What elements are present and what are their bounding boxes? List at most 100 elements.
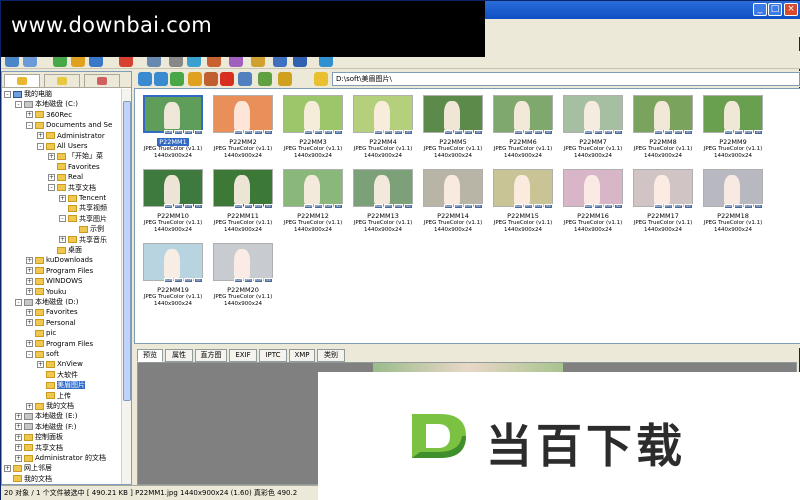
thumbnail-item[interactable]: RAW IPTC EXIF ICC P22MM6 JPEG TrueColor (v1.1… (491, 93, 555, 163)
expand-icon[interactable]: + (26, 267, 33, 275)
thumbnail-item[interactable]: RAW IPTC EXIF ICC P22MM10 JPEG TrueColor (v1.… (141, 167, 205, 237)
thumbnail-item[interactable]: RAW IPTC EXIF ICC P22MM4 JPEG TrueColor (v1.1… (351, 93, 415, 163)
tree-item[interactable]: + Administrator 的文档 (15, 453, 106, 463)
tab-folders[interactable] (4, 74, 40, 87)
preview-tab[interactable]: 直方图 (195, 349, 227, 362)
expand-icon[interactable]: + (15, 423, 22, 431)
expand-icon[interactable]: + (26, 277, 33, 285)
move-icon[interactable] (204, 72, 218, 86)
address-field[interactable]: D:\soft\美眉图片\ (332, 72, 800, 86)
favorites-star-icon[interactable] (314, 72, 328, 86)
back-icon[interactable] (138, 72, 152, 86)
tree-item[interactable]: + 控制面板 (15, 432, 63, 442)
expand-icon[interactable]: + (4, 464, 11, 472)
thumbnail-image[interactable] (703, 95, 763, 133)
tree-item[interactable]: + 「开始」菜 (48, 151, 103, 161)
filter-icon[interactable] (278, 72, 292, 86)
collapse-icon[interactable]: - (37, 142, 44, 150)
tree-item[interactable]: + 共享音乐 (59, 235, 107, 245)
tree-item[interactable]: + 共享文档 (15, 443, 63, 453)
expand-icon[interactable]: + (15, 454, 22, 462)
tree-item[interactable]: 桌面 (48, 245, 82, 255)
close-button[interactable]: × (784, 3, 798, 16)
thumbnail-image[interactable] (563, 95, 623, 133)
thumbnail-image[interactable] (143, 95, 203, 133)
thumbnail-image[interactable] (633, 95, 693, 133)
stop-icon[interactable] (220, 72, 234, 86)
tree-item[interactable]: - Documents and Se (26, 120, 112, 130)
collapse-icon[interactable]: - (4, 90, 11, 98)
tree-item[interactable]: + kuDownloads (26, 255, 93, 265)
tree-item[interactable]: + Tencent (59, 193, 106, 203)
collapse-icon[interactable]: - (26, 350, 33, 358)
tree-item[interactable]: - 我的电脑 (4, 89, 52, 99)
preview-tab[interactable]: XMP (289, 349, 315, 362)
tree-item[interactable]: + XnView (37, 359, 83, 369)
thumbnail-item[interactable]: RAW IPTC EXIF ICC P22MM17 JPEG TrueColor (v1.… (631, 167, 695, 237)
thumbnail-image[interactable] (423, 169, 483, 207)
preview-tab[interactable]: 属性 (165, 349, 193, 362)
tree-item[interactable]: 美眉图片 (37, 380, 85, 390)
thumbnail-image[interactable] (143, 243, 203, 281)
tree-item[interactable]: + 本地磁盘 (E:) (15, 411, 77, 421)
thumbnail-item[interactable]: RAW IPTC EXIF ICC P22MM5 JPEG TrueColor (v1.1… (421, 93, 485, 163)
preview-tab[interactable]: 预览 (137, 349, 163, 362)
thumbnail-image[interactable] (213, 243, 273, 281)
tree-item[interactable]: + Program Files (26, 266, 93, 276)
sort-icon[interactable] (258, 72, 272, 86)
expand-icon[interactable]: + (48, 173, 55, 181)
tree-item[interactable]: 共享视频 (59, 203, 107, 213)
tree-item[interactable]: + 我的文档 (26, 401, 74, 411)
expand-icon[interactable]: + (15, 433, 22, 441)
thumbnail-item[interactable]: RAW IPTC EXIF ICC P22MM19 JPEG TrueColor (v1.… (141, 241, 205, 311)
expand-icon[interactable]: + (37, 132, 44, 140)
tree-item[interactable]: - 共享图片 (59, 214, 107, 224)
scrollbar-thumb[interactable] (123, 101, 131, 401)
thumbnail-image[interactable] (283, 169, 343, 207)
collapse-icon[interactable]: - (15, 298, 22, 306)
thumbnail-item[interactable]: RAW IPTC EXIF ICC P22MM16 JPEG TrueColor (v1.… (561, 167, 625, 237)
tree-item[interactable]: + Personal (26, 318, 76, 328)
preview-tab[interactable]: IPTC (259, 349, 287, 362)
expand-icon[interactable]: + (26, 308, 33, 316)
tree-item[interactable]: 示例 (70, 224, 104, 234)
tree-item[interactable]: 大软件 (37, 370, 78, 380)
tab-categories[interactable] (84, 74, 120, 87)
tree-scrollbar[interactable] (121, 89, 131, 484)
view-mode-icon[interactable] (238, 72, 252, 86)
maximize-button[interactable]: □ (768, 3, 782, 16)
expand-icon[interactable]: + (26, 256, 33, 264)
expand-icon[interactable]: + (37, 360, 44, 368)
tree-item[interactable]: - soft (26, 349, 59, 359)
thumbnail-image[interactable] (563, 169, 623, 207)
collapse-icon[interactable]: - (48, 184, 55, 192)
expand-icon[interactable]: + (48, 152, 55, 160)
thumbnail-image[interactable] (143, 169, 203, 207)
thumbnail-image[interactable] (493, 95, 553, 133)
tree-item[interactable]: 我的文档 (4, 474, 52, 484)
thumbnail-item[interactable]: RAW IPTC EXIF ICC P22MM13 JPEG TrueColor (v1.… (351, 167, 415, 237)
expand-icon[interactable]: + (15, 444, 22, 452)
expand-icon[interactable]: + (59, 194, 66, 202)
thumbnail-item[interactable]: RAW IPTC EXIF ICC P22MM18 JPEG TrueColor (v1.… (701, 167, 765, 237)
thumbnail-item[interactable]: RAW IPTC EXIF ICC P22MM14 JPEG TrueColor (v1.… (421, 167, 485, 237)
expand-icon[interactable]: + (15, 412, 22, 420)
up-icon[interactable] (170, 72, 184, 86)
expand-icon[interactable]: + (26, 319, 33, 327)
tree-item[interactable]: + Real (48, 172, 83, 182)
tree-item[interactable]: + WINDOWS (26, 276, 83, 286)
thumbnail-item[interactable]: RAW IPTC EXIF ICC P22MM12 JPEG TrueColor (v1.… (281, 167, 345, 237)
thumbnail-item[interactable]: RAW IPTC EXIF ICC P22MM8 JPEG TrueColor (v1.1… (631, 93, 695, 163)
tree-item[interactable]: - 本地磁盘 (C:) (15, 99, 78, 109)
thumbnail-item[interactable]: RAW IPTC EXIF ICC P22MM20 JPEG TrueColor (v1.… (211, 241, 275, 311)
thumbnail-image[interactable] (353, 95, 413, 133)
forward-icon[interactable] (154, 72, 168, 86)
thumbnail-item[interactable]: RAW IPTC EXIF ICC P22MM3 JPEG TrueColor (v1.1… (281, 93, 345, 163)
thumbnail-item[interactable]: RAW IPTC EXIF ICC P22MM9 JPEG TrueColor (v1.1… (701, 93, 765, 163)
thumbnail-image[interactable] (213, 95, 273, 133)
expand-icon[interactable]: + (26, 402, 33, 410)
thumbnail-image[interactable] (633, 169, 693, 207)
preview-tab[interactable]: 类别 (317, 349, 345, 362)
tree-item[interactable]: + Program Files (26, 339, 93, 349)
thumbnail-image[interactable] (703, 169, 763, 207)
